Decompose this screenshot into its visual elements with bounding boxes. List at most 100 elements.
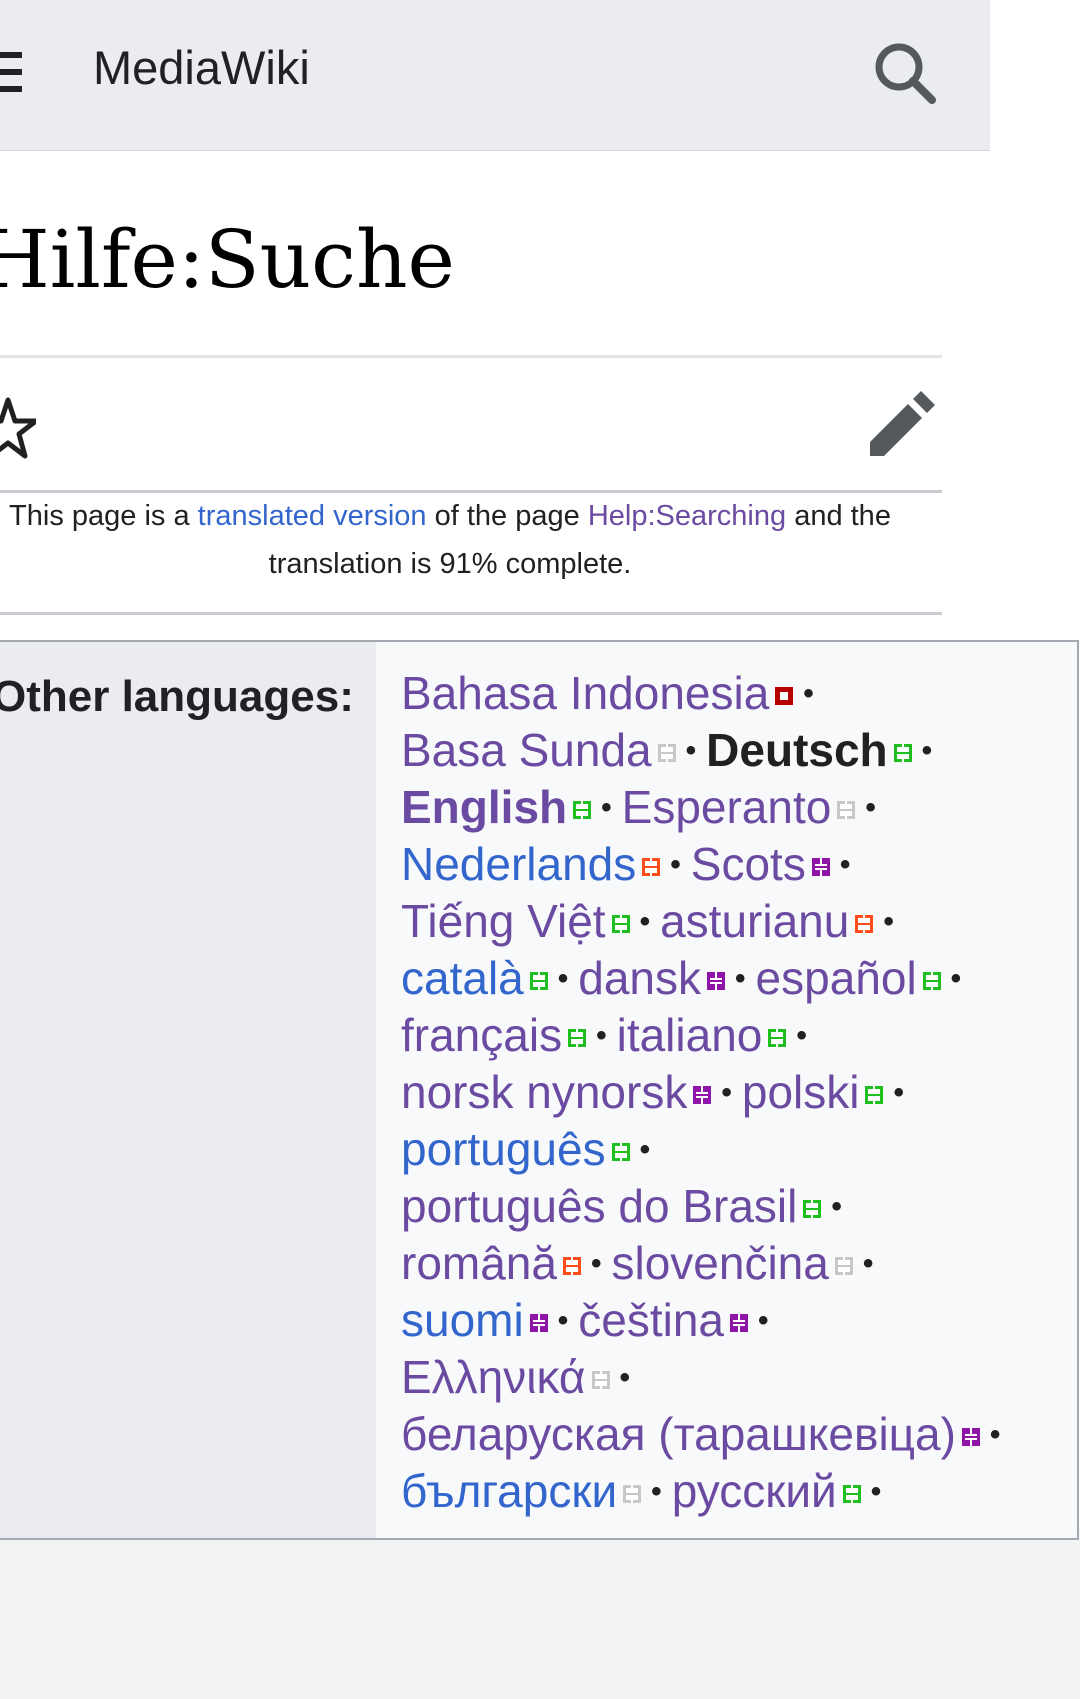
language-link[interactable]: polski bbox=[742, 1066, 860, 1118]
language-link[interactable]: English bbox=[401, 781, 567, 833]
language-row: română • slovenčina • bbox=[401, 1235, 1061, 1292]
translation-status-icon bbox=[591, 1371, 610, 1389]
language-link[interactable]: Bahasa Indonesia bbox=[401, 667, 769, 719]
language-link[interactable]: čeština bbox=[578, 1294, 724, 1346]
pencil-icon[interactable] bbox=[866, 388, 938, 460]
translation-notice: This page is a translated version of the… bbox=[0, 492, 910, 588]
translation-status-icon bbox=[775, 687, 794, 705]
language-row: Tiếng Việt • asturianu • bbox=[401, 893, 1061, 950]
language-row: Ελληνικά • bbox=[401, 1349, 1061, 1406]
translation-status-icon bbox=[611, 915, 630, 933]
translation-status-icon bbox=[961, 1428, 980, 1446]
language-link[interactable]: português bbox=[401, 1123, 606, 1175]
translated-version-link[interactable]: translated version bbox=[198, 500, 427, 532]
language-link[interactable]: asturianu bbox=[660, 895, 849, 947]
page: MediaWiki Hilfe:Suche This page is a tra… bbox=[0, 0, 1080, 1699]
separator-dot: • bbox=[796, 1019, 807, 1052]
translation-status-icon bbox=[573, 801, 592, 819]
separator-dot: • bbox=[839, 848, 851, 881]
language-link[interactable]: dansk bbox=[578, 952, 701, 1004]
header-bar: MediaWiki bbox=[0, 0, 990, 151]
language-link[interactable]: Tiếng Việt bbox=[401, 895, 606, 947]
separator-dot: • bbox=[757, 1304, 769, 1337]
translation-status-icon bbox=[893, 744, 912, 762]
page-title: Hilfe:Suche bbox=[0, 213, 455, 306]
separator-dot: • bbox=[619, 1361, 631, 1394]
separator-dot: • bbox=[557, 962, 569, 995]
separator-dot: • bbox=[639, 905, 651, 938]
language-row: català • dansk • español • bbox=[401, 950, 1061, 1007]
separator-dot: • bbox=[639, 1133, 651, 1166]
separator-dot: • bbox=[831, 1190, 842, 1223]
separator-dot: • bbox=[651, 1475, 662, 1508]
language-row: português do Brasil • bbox=[401, 1178, 1061, 1235]
separator-dot: • bbox=[870, 1475, 882, 1508]
separator-dot: • bbox=[557, 1304, 569, 1337]
translation-status-icon bbox=[729, 1314, 748, 1332]
language-link[interactable]: slovenčina bbox=[611, 1237, 828, 1289]
language-list: Bahasa Indonesia • Basa Sunda • Deutsch • Engl… bbox=[401, 665, 1061, 1520]
language-link[interactable]: italiano bbox=[617, 1009, 763, 1061]
language-link: Deutsch bbox=[706, 724, 888, 776]
translation-status-icon bbox=[855, 915, 874, 933]
translation-status-icon bbox=[842, 1485, 861, 1503]
translation-status-icon bbox=[837, 801, 856, 819]
other-languages-label-cell: Other languages: bbox=[0, 642, 376, 1538]
translation-status-icon bbox=[768, 1029, 787, 1047]
separator-dot: • bbox=[883, 905, 894, 938]
translation-status-icon bbox=[642, 858, 661, 876]
completion-text: translation is 91% complete. bbox=[268, 548, 632, 580]
language-row: norsk nynorsk • polski • bbox=[401, 1064, 1061, 1121]
translation-status-icon bbox=[922, 972, 941, 990]
separator-dot: • bbox=[670, 848, 681, 881]
language-link[interactable]: беларуская (тарашкевіца) bbox=[401, 1408, 956, 1460]
separator-dot: • bbox=[590, 1247, 602, 1280]
language-link[interactable]: Scots bbox=[691, 838, 806, 890]
notice-text: and the bbox=[794, 500, 891, 532]
language-link[interactable]: български bbox=[401, 1465, 617, 1517]
language-link[interactable]: français bbox=[401, 1009, 562, 1061]
language-row: български • русский • bbox=[401, 1463, 1061, 1520]
language-link[interactable]: Esperanto bbox=[622, 781, 832, 833]
separator-dot: • bbox=[685, 734, 697, 767]
separator-dot: • bbox=[803, 677, 814, 710]
language-row: Bahasa Indonesia • bbox=[401, 665, 1061, 722]
translation-status-icon bbox=[693, 1086, 712, 1104]
separator-dot: • bbox=[950, 962, 962, 995]
translation-status-icon bbox=[611, 1143, 630, 1161]
translation-status-icon bbox=[707, 972, 726, 990]
language-row: English • Esperanto • bbox=[401, 779, 1061, 836]
notice-text: This page is a bbox=[9, 500, 190, 532]
separator-dot: • bbox=[735, 962, 746, 995]
language-link[interactable]: Nederlands bbox=[401, 838, 636, 890]
language-link[interactable]: Ελληνικά bbox=[401, 1351, 586, 1403]
separator-dot: • bbox=[862, 1247, 874, 1280]
hamburger-menu-icon[interactable] bbox=[0, 52, 22, 92]
language-link[interactable]: català bbox=[401, 952, 524, 1004]
language-link[interactable]: norsk nynorsk bbox=[401, 1066, 687, 1118]
other-languages-label: Other languages: bbox=[0, 672, 354, 721]
site-title[interactable]: MediaWiki bbox=[93, 40, 310, 95]
translation-status-icon bbox=[865, 1086, 884, 1104]
divider bbox=[0, 355, 942, 358]
language-row: français • italiano • bbox=[401, 1007, 1061, 1064]
separator-dot: • bbox=[601, 791, 612, 824]
language-link[interactable]: română bbox=[401, 1237, 557, 1289]
language-link[interactable]: español bbox=[756, 952, 917, 1004]
language-link[interactable]: русский bbox=[672, 1465, 837, 1517]
language-row: suomi • čeština • bbox=[401, 1292, 1061, 1349]
translation-status-icon bbox=[623, 1485, 642, 1503]
separator-dot: • bbox=[989, 1418, 1001, 1451]
separator-dot: • bbox=[893, 1076, 904, 1109]
translation-status-icon bbox=[803, 1200, 822, 1218]
language-link[interactable]: português do Brasil bbox=[401, 1180, 797, 1232]
language-link[interactable]: Basa Sunda bbox=[401, 724, 652, 776]
divider bbox=[0, 612, 942, 615]
translation-status-icon bbox=[657, 744, 676, 762]
star-icon[interactable] bbox=[0, 392, 36, 464]
search-icon[interactable] bbox=[872, 40, 938, 106]
language-link[interactable]: suomi bbox=[401, 1294, 524, 1346]
other-languages-box: Other languages: Bahasa Indonesia • Basa S… bbox=[0, 640, 1079, 1540]
source-page-link[interactable]: Help:Searching bbox=[588, 500, 786, 532]
separator-dot: • bbox=[865, 791, 876, 824]
